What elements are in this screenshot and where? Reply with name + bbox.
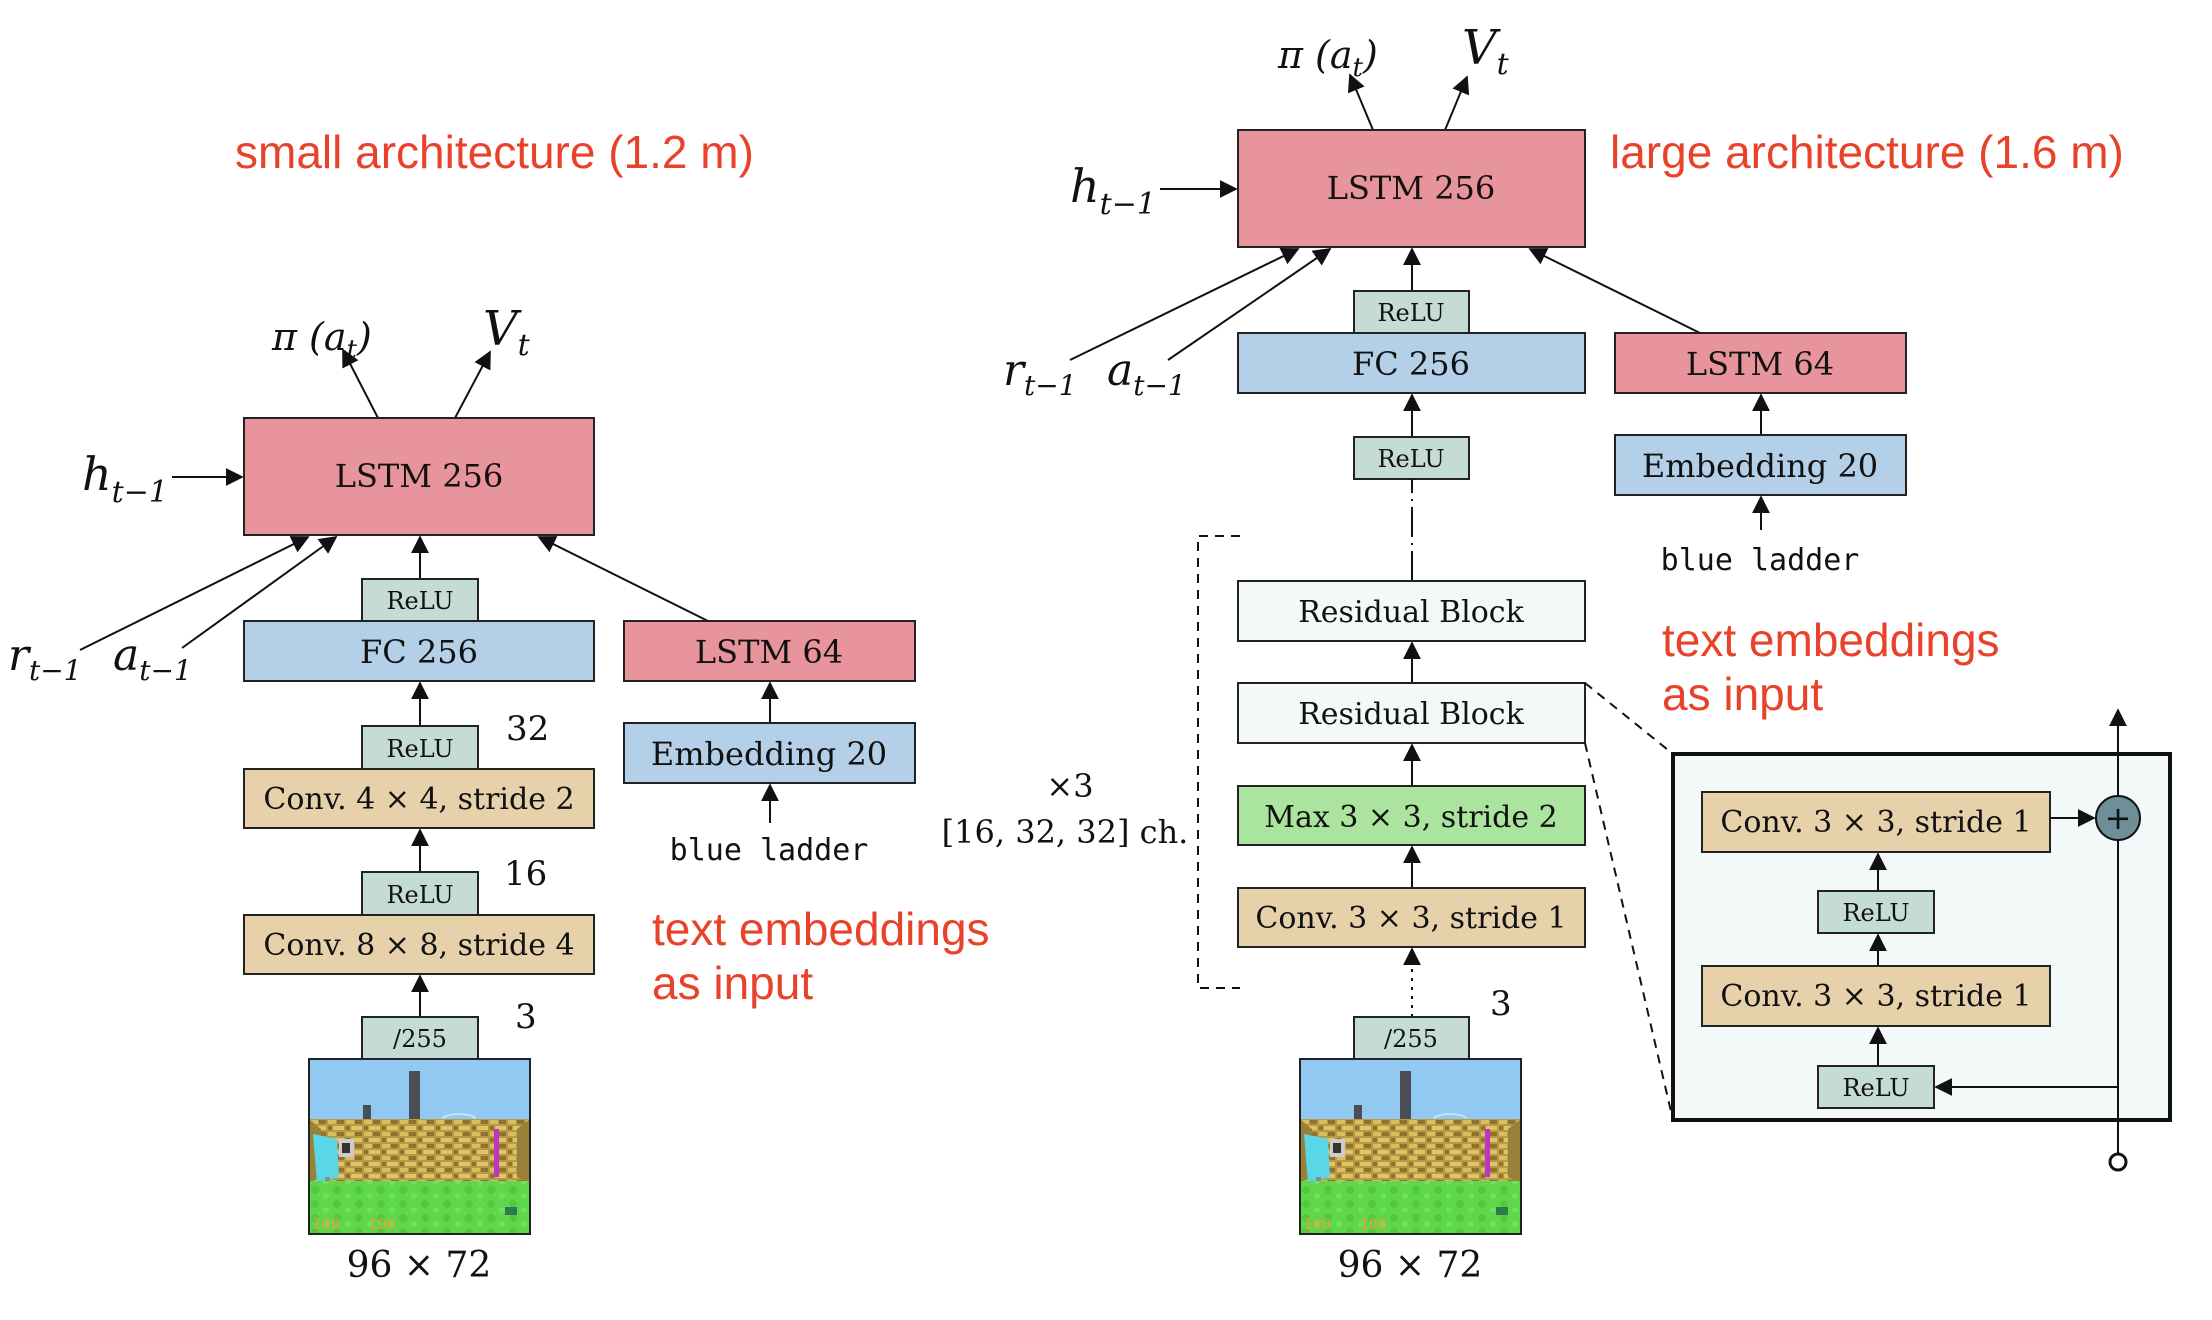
relu-label: ReLU xyxy=(1842,899,1909,927)
residual-block-label: Residual Block xyxy=(1298,595,1524,630)
relu-label: ReLU xyxy=(386,881,453,909)
text-to-lstm-arrow xyxy=(1528,248,1701,334)
text-embedding-annotation: as input xyxy=(1662,668,1823,720)
relu-label: ReLU xyxy=(386,587,453,615)
hud-health: 100 xyxy=(313,1217,340,1233)
embedding-20-label: Embedding 20 xyxy=(1642,447,1878,485)
text-to-lstm-arrow xyxy=(537,536,709,622)
action-input-label: at−1 xyxy=(113,630,192,687)
text-embedding-annotation: text embeddings xyxy=(1662,614,2000,666)
channel-count-label: 32 xyxy=(506,709,549,749)
lstm-64-label: LSTM 64 xyxy=(1686,345,1834,383)
large-architecture-title: large architecture (1.6 m) xyxy=(1610,126,2124,178)
relu-label: ReLU xyxy=(1377,299,1444,327)
repeat-channels-label: [16, 32, 32] ch. xyxy=(942,813,1189,851)
text-embedding-annotation: as input xyxy=(652,957,813,1009)
residual-block-label: Residual Block xyxy=(1298,697,1524,732)
conv-3x3-label: Conv. 3 × 3, stride 1 xyxy=(1720,805,2031,840)
lstm-64-label: LSTM 64 xyxy=(695,633,843,671)
channel-count-label: 3 xyxy=(515,997,537,1037)
policy-output-label: π (at) xyxy=(1277,33,1378,83)
hud-ammo: 100 xyxy=(369,1217,396,1233)
architecture-diagram: small architecture (1.2 m) π (at) Vt ht−… xyxy=(8,20,2172,1286)
maxpool-label: Max 3 × 3, stride 2 xyxy=(1264,800,1557,835)
policy-output-arrow xyxy=(1347,73,1374,131)
input-node xyxy=(2108,1152,2128,1172)
relu-label: ReLU xyxy=(386,735,453,763)
repeat-count-label: ×3 xyxy=(1046,767,1093,805)
embedding-20-label: Embedding 20 xyxy=(651,735,887,773)
reward-input-label: rt−1 xyxy=(1003,345,1077,402)
action-input-label: at−1 xyxy=(1107,345,1186,402)
hidden-state-label: ht−1 xyxy=(82,447,168,510)
conv-8x8-label: Conv. 8 × 8, stride 4 xyxy=(263,928,574,963)
conv-4x4-label: Conv. 4 × 4, stride 2 xyxy=(263,782,574,817)
value-output-arrow xyxy=(1444,75,1470,131)
small-architecture-title: small architecture (1.2 m) xyxy=(235,126,754,178)
text-input-label: blue ladder xyxy=(670,833,869,868)
value-output-label: Vt xyxy=(483,301,531,363)
policy-output-label: π (at) xyxy=(271,315,372,365)
game-frame-image: 100 100 xyxy=(308,1058,531,1235)
value-output-arrow xyxy=(454,350,491,419)
fc-256-label: FC 256 xyxy=(360,633,478,671)
text-input-label: blue ladder xyxy=(1661,543,1860,578)
reward-input-label: rt−1 xyxy=(8,630,82,687)
value-output-label: Vt xyxy=(1462,20,1510,82)
inset-zoom-line xyxy=(1584,742,1674,1121)
hidden-state-label: ht−1 xyxy=(1070,159,1156,222)
text-embedding-annotation: text embeddings xyxy=(652,903,990,955)
conv-3x3-label: Conv. 3 × 3, stride 1 xyxy=(1255,901,1566,936)
game-frame-image: 100 100 xyxy=(1299,1058,1522,1235)
repeat-bracket xyxy=(1197,535,1240,989)
hud-health: 100 xyxy=(1304,1217,1331,1233)
plus-label: + xyxy=(2105,799,2132,837)
relu-label: ReLU xyxy=(1377,445,1444,473)
input-size-label: 96 × 72 xyxy=(1338,1245,1483,1286)
residual-block-detail: + Conv. 3 × 3, stride 1 ReLU Conv. 3 × 3… xyxy=(1671,708,2172,1172)
normalize-label: /255 xyxy=(1384,1025,1438,1053)
lstm-256-label: LSTM 256 xyxy=(335,457,504,495)
input-size-label: 96 × 72 xyxy=(347,1245,492,1286)
relu-label: ReLU xyxy=(1842,1074,1909,1102)
channel-count-label: 3 xyxy=(1490,984,1512,1024)
channel-count-label: 16 xyxy=(504,854,547,894)
inset-zoom-line xyxy=(1584,682,1674,755)
lstm-256-label: LSTM 256 xyxy=(1327,169,1496,207)
hud-ammo: 100 xyxy=(1360,1217,1387,1233)
normalize-label: /255 xyxy=(393,1025,447,1053)
conv-3x3-label: Conv. 3 × 3, stride 1 xyxy=(1720,979,2031,1014)
fc-256-label: FC 256 xyxy=(1352,345,1470,383)
